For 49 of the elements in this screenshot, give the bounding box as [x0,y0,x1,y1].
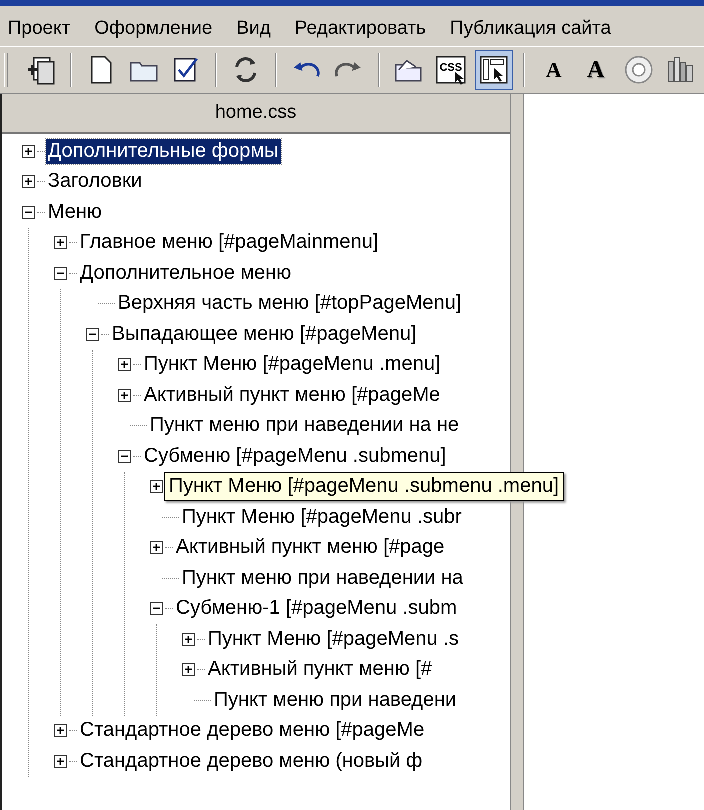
toolbar-button[interactable] [474,50,513,90]
expand-icon[interactable] [150,480,163,494]
menu-item[interactable]: Редактировать [294,18,426,40]
tooltip: Пункт Меню [#pageMenu .submenu .menu] [164,472,564,502]
expand-icon[interactable] [118,388,131,402]
collapse-icon[interactable] [118,450,131,463]
expand-icon[interactable] [118,358,131,372]
collapse-icon[interactable] [86,328,99,341]
tree-item[interactable]: Пункт меню при наведении на [180,566,466,591]
tree-item[interactable]: Пункт Меню [#pageMenu .s [206,626,462,652]
letter-icon: A [543,60,566,80]
menu-item[interactable]: Проект [8,18,71,40]
expand-icon[interactable] [150,541,163,554]
tree-item[interactable]: Главное меню [#pageMainmenu] [78,230,381,256]
expand-icon[interactable] [54,754,67,768]
menu-item[interactable]: Вид [236,18,271,40]
expand-icon[interactable] [54,236,67,250]
collapse-icon[interactable] [22,206,35,219]
expand-icon[interactable] [182,632,195,646]
tree-item[interactable]: Выпадающее меню [#pageMenu] [110,322,419,347]
tree-item[interactable]: Дополнительные формы [46,138,281,164]
letter-shadow-icon: A [586,60,607,80]
tree-item[interactable]: Меню [46,200,104,225]
expand-icon[interactable] [22,144,35,158]
toolbar-button[interactable]: A [577,50,616,90]
tree-item[interactable]: Пункт меню при наведени [212,688,459,713]
tree-item[interactable]: Верхняя часть меню [#topPageMenu] [116,291,464,316]
tree-item[interactable]: Пункт Меню [#pageMenu .subr [180,504,464,530]
tree-item[interactable]: Пункт меню при наведении на не [148,413,462,438]
tree-item[interactable]: Активный пункт меню [#pageMe [142,382,442,408]
tree-item[interactable]: Активный пункт меню [# [206,657,434,682]
disc-icon [622,54,655,86]
tree-item[interactable]: Субменю-1 [#pageMenu .subm [174,596,460,622]
expand-icon[interactable] [54,724,67,738]
tree-item[interactable]: Стандартное дерево меню [#pageMe [78,718,427,744]
menu-item[interactable]: Оформление [94,18,213,40]
tree-item[interactable]: Субменю [#pageMenu .submenu] [142,444,448,469]
tree-item[interactable]: Активный пункт меню [#page [174,535,447,560]
menu-item[interactable]: Публикация сайта [450,18,612,40]
tree-item[interactable]: Заголовки [46,169,144,194]
expand-icon[interactable] [22,175,35,188]
expand-icon[interactable] [182,663,195,676]
tree-item[interactable]: Дополнительное меню [78,260,294,286]
toolbar-button[interactable]: A [534,50,574,90]
collapse-icon[interactable] [150,602,163,616]
collapse-icon[interactable] [54,266,67,280]
tree-item[interactable]: Пункт Меню [#pageMenu .menu] [142,352,443,378]
layout-cursor-icon [478,54,510,86]
tree-item[interactable]: Стандартное дерево меню (новый ф [78,748,425,774]
